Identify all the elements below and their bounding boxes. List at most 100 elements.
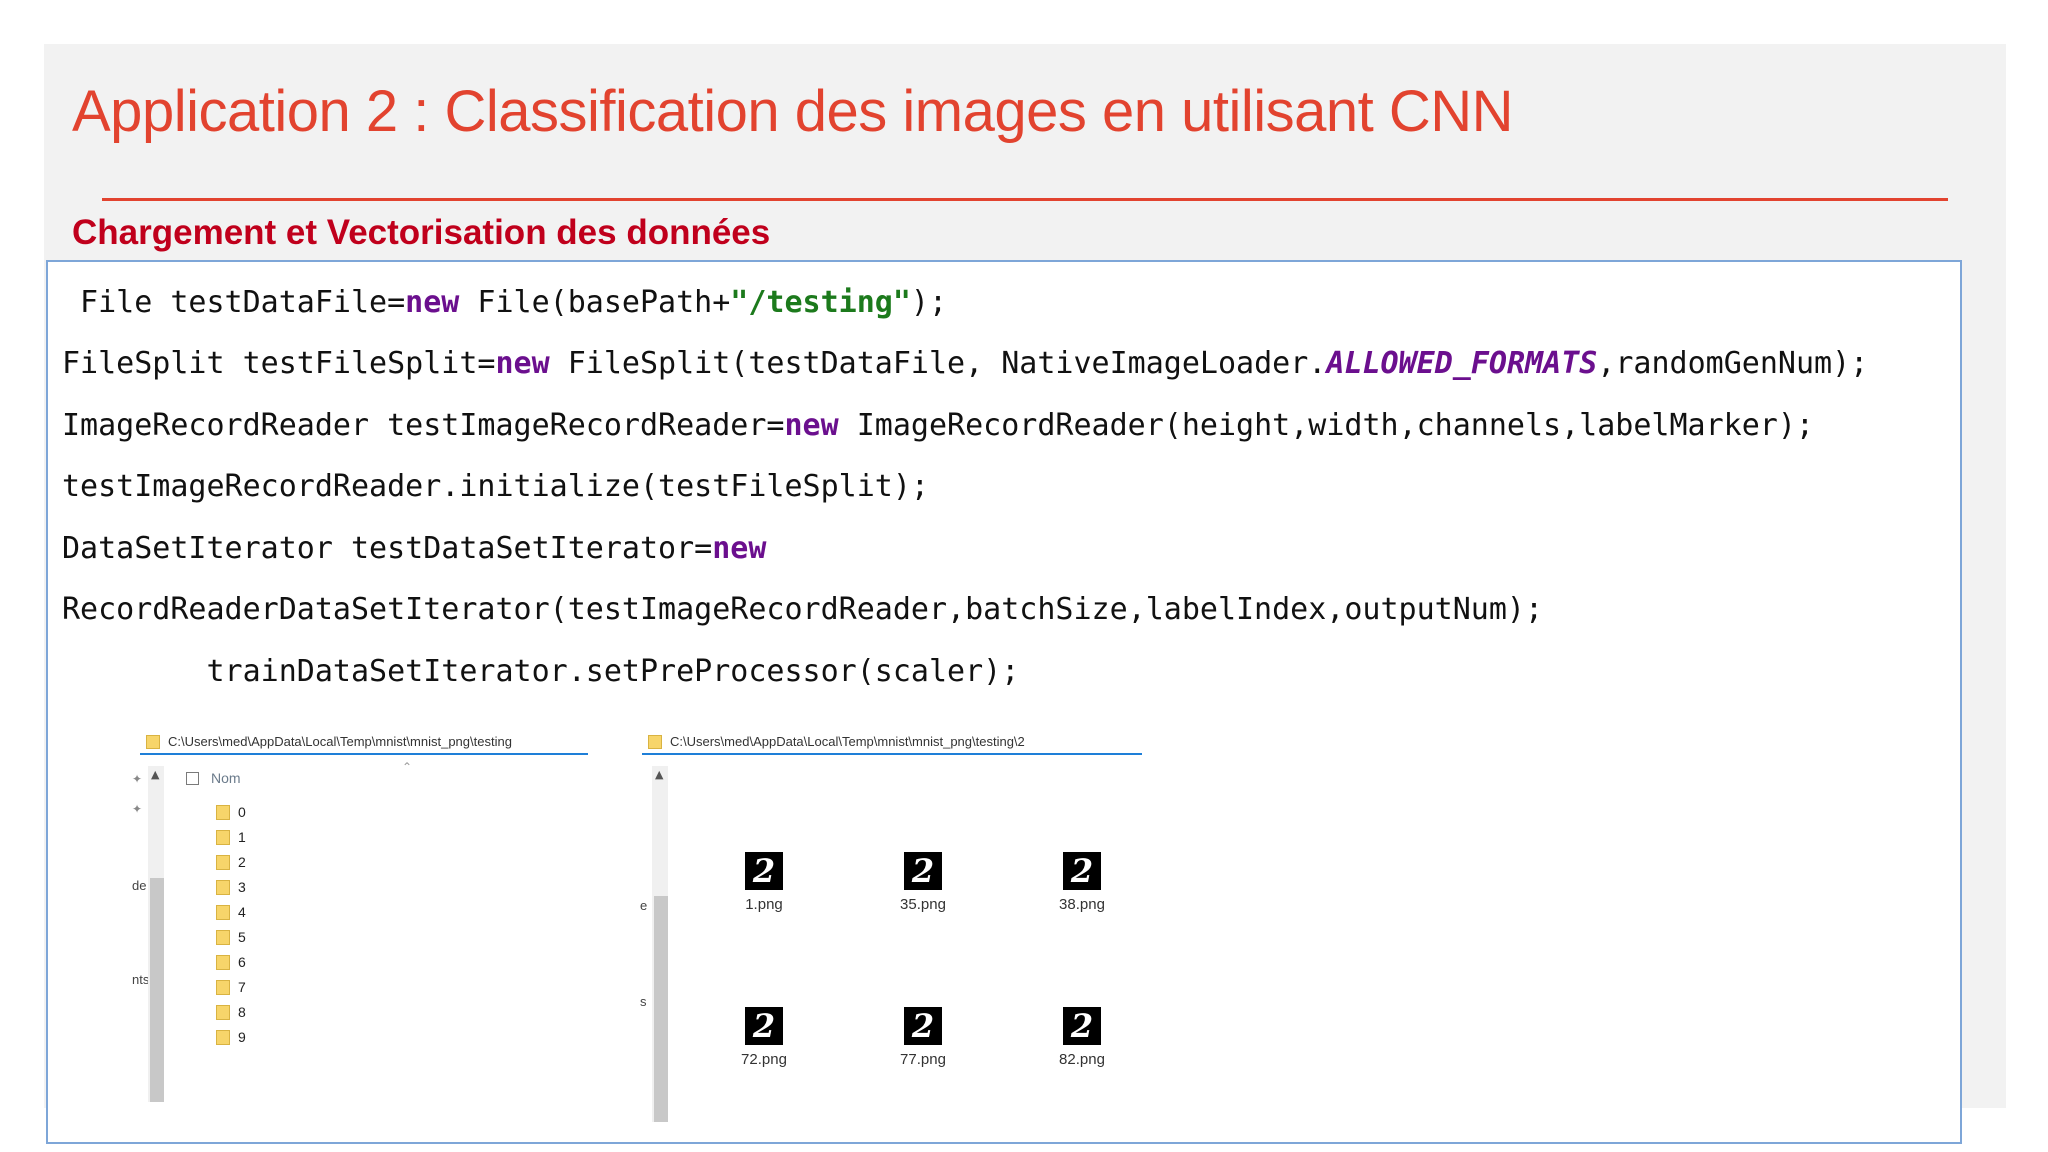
code-line-3: ImageRecordReader testImageRecordReader=… (62, 406, 1814, 446)
code-text: DataSetIterator testDataSetIterator= (62, 531, 713, 566)
code-text: File(basePath+ (459, 285, 731, 320)
explorer-digit-2-folder: C:\Users\med\AppData\Local\Temp\mnist\mn… (598, 718, 1148, 1148)
sort-up-icon: ⌃ (402, 760, 413, 774)
folder-item[interactable]: 3 (216, 876, 246, 898)
file-name: 72.png (741, 1051, 787, 1068)
folder-label: 9 (238, 1029, 246, 1045)
image-file[interactable]: 2 35.png (883, 852, 963, 913)
folder-label: 8 (238, 1004, 246, 1020)
folder-item[interactable]: 2 (216, 851, 246, 873)
pin-icon: ✦ (132, 802, 143, 816)
column-header-label: Nom (211, 770, 241, 786)
explorer-testing-folder: C:\Users\med\AppData\Local\Temp\mnist\mn… (92, 718, 596, 1148)
scrollbar-thumb[interactable] (654, 896, 668, 1122)
folder-icon (216, 854, 230, 870)
code-text: FileSplit testFileSplit= (62, 346, 496, 381)
scrollbar[interactable] (148, 766, 164, 1102)
image-file[interactable]: 2 72.png (724, 1007, 804, 1068)
code-line-5: DataSetIterator testDataSetIterator=new (62, 529, 766, 569)
scrollbar-thumb[interactable] (150, 878, 164, 1102)
folder-icon (648, 734, 662, 749)
folder-label: 4 (238, 904, 246, 920)
code-text: ImageRecordReader(height,width,channels,… (838, 408, 1814, 443)
image-file[interactable]: 2 77.png (883, 1007, 963, 1068)
folder-icon (216, 929, 230, 945)
code-static-field: ALLOWED_FORMATS (1326, 346, 1598, 381)
code-keyword: new (405, 285, 460, 320)
code-text: trainDataSetIterator.setPreProcessor(sca… (62, 654, 1020, 689)
code-line-7: trainDataSetIterator.setPreProcessor(sca… (62, 652, 1019, 692)
address-path: C:\Users\med\AppData\Local\Temp\mnist\mn… (670, 734, 1025, 749)
image-file[interactable]: 2 82.png (1042, 1007, 1122, 1068)
folder-item[interactable]: 1 (216, 826, 246, 848)
digit-thumbnail: 2 (904, 1007, 942, 1045)
code-string: "/testing" (730, 285, 911, 320)
folder-item[interactable]: 5 (216, 926, 246, 948)
slide-subtitle: Chargement et Vectorisation des données (72, 213, 771, 252)
folder-item[interactable]: 6 (216, 951, 246, 973)
folder-item[interactable]: 4 (216, 901, 246, 923)
code-line-1: File testDataFile=new File(basePath+"/te… (62, 283, 947, 323)
code-text: FileSplit(testDataFile, NativeImageLoade… (549, 346, 1327, 381)
file-name: 82.png (1059, 1051, 1105, 1068)
folder-icon (216, 954, 230, 970)
scroll-up-icon[interactable]: ▲ (151, 768, 159, 781)
code-line-6: RecordReaderDataSetIterator(testImageRec… (62, 590, 1543, 630)
folder-icon (146, 734, 160, 749)
nav-label-fragment: e (640, 898, 648, 913)
code-text: testImageRecordReader.initialize(testFil… (62, 469, 929, 504)
file-name: 1.png (745, 896, 783, 913)
code-keyword: new (495, 346, 550, 381)
file-name: 35.png (900, 896, 946, 913)
folder-label: 0 (238, 804, 246, 820)
folder-icon (216, 879, 230, 895)
code-keyword: new (712, 531, 767, 566)
nav-label-fragment: nts (132, 972, 150, 987)
nav-label-fragment: de (132, 878, 147, 893)
folder-icon (216, 904, 230, 920)
digit-thumbnail: 2 (745, 852, 783, 890)
digit-thumbnail: 2 (745, 1007, 783, 1045)
folder-label: 3 (238, 879, 246, 895)
code-text: File testDataFile= (62, 285, 406, 320)
file-name: 77.png (900, 1051, 946, 1068)
folder-item[interactable]: 0 (216, 801, 246, 823)
folder-icon (216, 1004, 230, 1020)
address-path: C:\Users\med\AppData\Local\Temp\mnist\mn… (168, 734, 512, 749)
image-file[interactable]: 2 1.png (724, 852, 804, 913)
code-box: File testDataFile=new File(basePath+"/te… (46, 260, 1962, 1144)
select-all-checkbox[interactable] (186, 771, 199, 785)
slide-title: Application 2 : Classification des image… (72, 79, 1514, 144)
title-divider (102, 198, 1948, 201)
digit-thumbnail: 2 (904, 852, 942, 890)
code-line-4: testImageRecordReader.initialize(testFil… (62, 467, 929, 507)
code-text: ); (910, 285, 948, 320)
folder-icon (216, 1029, 230, 1045)
code-text: RecordReaderDataSetIterator(testImageRec… (62, 592, 1544, 627)
folder-item[interactable]: 9 (216, 1026, 246, 1048)
image-file[interactable]: 2 38.png (1042, 852, 1122, 913)
address-bar[interactable]: C:\Users\med\AppData\Local\Temp\mnist\mn… (642, 730, 1142, 755)
folder-icon (216, 979, 230, 995)
folder-label: 7 (238, 979, 246, 995)
folder-icon (216, 804, 230, 820)
digit-thumbnail: 2 (1063, 1007, 1101, 1045)
folder-item[interactable]: 8 (216, 1001, 246, 1023)
column-header-name[interactable]: Nom (186, 770, 241, 786)
folder-label: 2 (238, 854, 246, 870)
folder-icon (216, 829, 230, 845)
nav-label-fragment: s (640, 994, 647, 1009)
scroll-up-icon[interactable]: ▲ (655, 768, 663, 781)
code-text: ImageRecordReader testImageRecordReader= (62, 408, 785, 443)
folder-label: 6 (238, 954, 246, 970)
code-keyword: new (784, 408, 839, 443)
folder-item[interactable]: 7 (216, 976, 246, 998)
address-bar[interactable]: C:\Users\med\AppData\Local\Temp\mnist\mn… (140, 730, 588, 755)
code-text: ,randomGenNum); (1597, 346, 1869, 381)
pin-icon: ✦ (132, 772, 143, 786)
file-name: 38.png (1059, 896, 1105, 913)
scrollbar[interactable] (652, 766, 668, 1122)
folder-label: 5 (238, 929, 246, 945)
code-line-2: FileSplit testFileSplit=new FileSplit(te… (62, 344, 1868, 384)
folder-label: 1 (238, 829, 246, 845)
